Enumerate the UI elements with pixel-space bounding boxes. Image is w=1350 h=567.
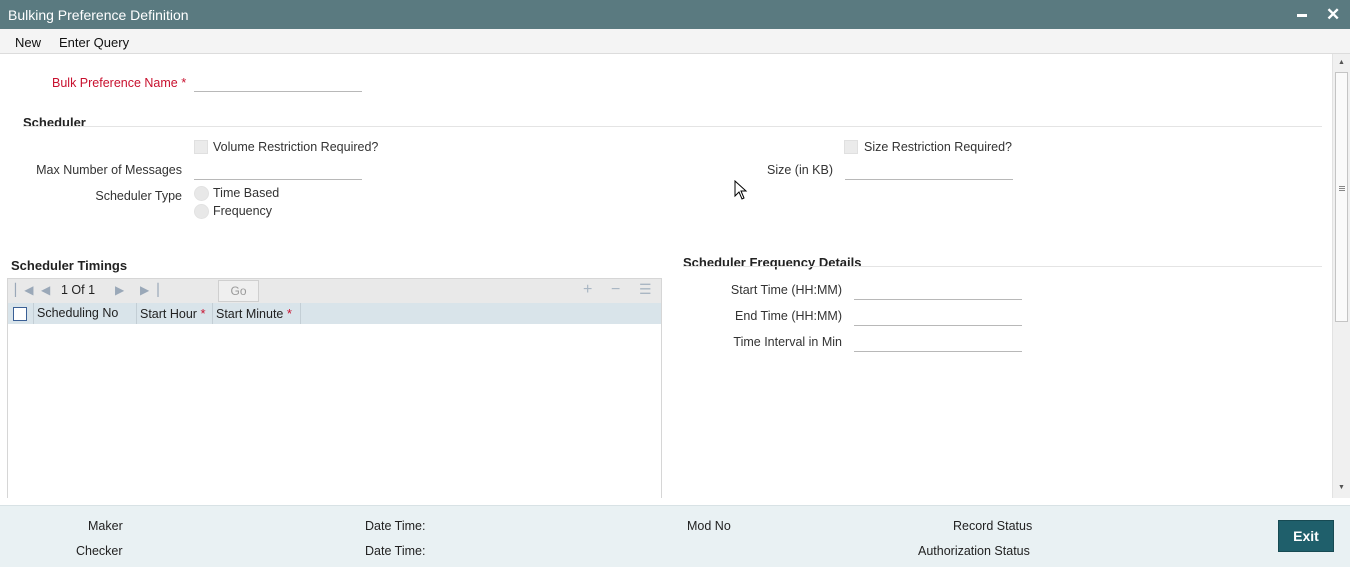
max-messages-input[interactable]	[194, 162, 362, 180]
bulk-preference-name-label: Bulk Preference Name *	[52, 75, 186, 90]
scheduler-divider	[23, 126, 1322, 127]
col-start-hour: Start Hour *	[137, 303, 213, 324]
view-rows-icon[interactable]: ☰	[639, 281, 652, 298]
scroll-down-icon[interactable]: ▼	[1338, 484, 1345, 491]
volume-restriction-checkbox[interactable]	[194, 140, 208, 154]
minimize-icon[interactable]	[1297, 14, 1307, 17]
grid-header-row: Scheduling No Start Hour * Start Minute …	[8, 303, 661, 324]
exit-button[interactable]: Exit	[1278, 520, 1334, 552]
required-marker: *	[181, 75, 187, 90]
size-restriction-label: Size Restriction Required?	[864, 140, 1012, 154]
time-based-radio[interactable]	[194, 186, 209, 201]
size-kb-label: Size (in KB)	[767, 163, 833, 177]
required-marker: *	[200, 306, 206, 321]
frequency-details-header: Scheduler Frequency Details	[683, 255, 862, 270]
col-start-hour-label: Start Hour	[140, 307, 197, 321]
pagination-text: 1 Of 1	[61, 283, 96, 297]
col-scheduling-no: Scheduling No	[33, 303, 137, 324]
time-interval-label: Time Interval in Min	[733, 335, 842, 349]
menu-enter-query[interactable]: Enter Query	[59, 35, 129, 50]
required-marker: *	[286, 306, 292, 321]
maker-datetime-label: Date Time:	[365, 519, 426, 533]
frequency-radio[interactable]	[194, 204, 209, 219]
max-messages-label: Max Number of Messages	[36, 163, 182, 177]
grid-toolbar: ▏◀ ◀ 1 Of 1 ▶ ▶▕ Go + − ☰	[8, 279, 661, 303]
close-icon[interactable]: ✕	[1326, 6, 1340, 23]
col-start-minute: Start Minute *	[213, 303, 301, 324]
time-based-label: Time Based	[213, 186, 280, 200]
window-title: Bulking Preference Definition	[8, 7, 189, 23]
scroll-grip-icon	[1339, 186, 1345, 187]
bulk-preference-name-input[interactable]	[194, 74, 362, 92]
col-scheduling-no-label: Scheduling No	[37, 306, 119, 320]
checker-label: Checker	[76, 544, 123, 558]
start-time-label: Start Time (HH:MM)	[730, 283, 842, 297]
checker-datetime-label: Date Time:	[365, 544, 426, 558]
end-time-input[interactable]	[854, 308, 1022, 326]
last-page-icon[interactable]: ▶▕	[140, 283, 158, 297]
add-row-icon[interactable]: +	[583, 281, 592, 299]
vertical-scrollbar[interactable]: ▲ ▼	[1332, 54, 1350, 498]
maker-label: Maker	[88, 519, 123, 533]
scheduler-timings-grid: ▏◀ ◀ 1 Of 1 ▶ ▶▕ Go + − ☰ Scheduling No …	[7, 278, 662, 498]
mouse-cursor-icon	[734, 180, 748, 200]
size-restriction-checkbox[interactable]	[844, 140, 858, 154]
volume-restriction-label: Volume Restriction Required?	[213, 140, 379, 154]
menu-bar: New Enter Query	[0, 29, 1350, 54]
mod-no-label: Mod No	[687, 519, 731, 533]
scroll-thumb[interactable]	[1335, 72, 1348, 322]
first-page-icon[interactable]: ▏◀	[15, 283, 33, 297]
scheduler-section-header: Scheduler	[23, 115, 86, 130]
scheduler-type-label: Scheduler Type	[95, 189, 182, 203]
time-interval-input[interactable]	[854, 334, 1022, 352]
window-titlebar: Bulking Preference Definition ✕	[0, 0, 1350, 29]
frequency-label: Frequency	[213, 204, 273, 218]
col-start-minute-label: Start Minute	[216, 307, 284, 321]
audit-footer: Maker Checker Date Time: Date Time: Mod …	[0, 505, 1350, 567]
scroll-up-icon[interactable]: ▲	[1338, 59, 1345, 66]
start-time-input[interactable]	[854, 282, 1022, 300]
previous-page-icon[interactable]: ◀	[41, 283, 50, 297]
end-time-label: End Time (HH:MM)	[735, 309, 842, 323]
authorization-status-label: Authorization Status	[918, 544, 1030, 558]
frequency-divider	[683, 266, 1322, 267]
go-button[interactable]: Go	[218, 280, 259, 302]
scheduler-timings-header: Scheduler Timings	[11, 258, 128, 273]
delete-row-icon[interactable]: −	[611, 281, 620, 299]
bulk-preference-name-text: Bulk Preference Name	[52, 76, 178, 90]
record-status-label: Record Status	[953, 519, 1033, 533]
menu-new[interactable]: New	[15, 35, 41, 50]
next-page-icon[interactable]: ▶	[115, 283, 124, 297]
select-all-checkbox[interactable]	[13, 307, 27, 321]
size-kb-input[interactable]	[845, 162, 1013, 180]
